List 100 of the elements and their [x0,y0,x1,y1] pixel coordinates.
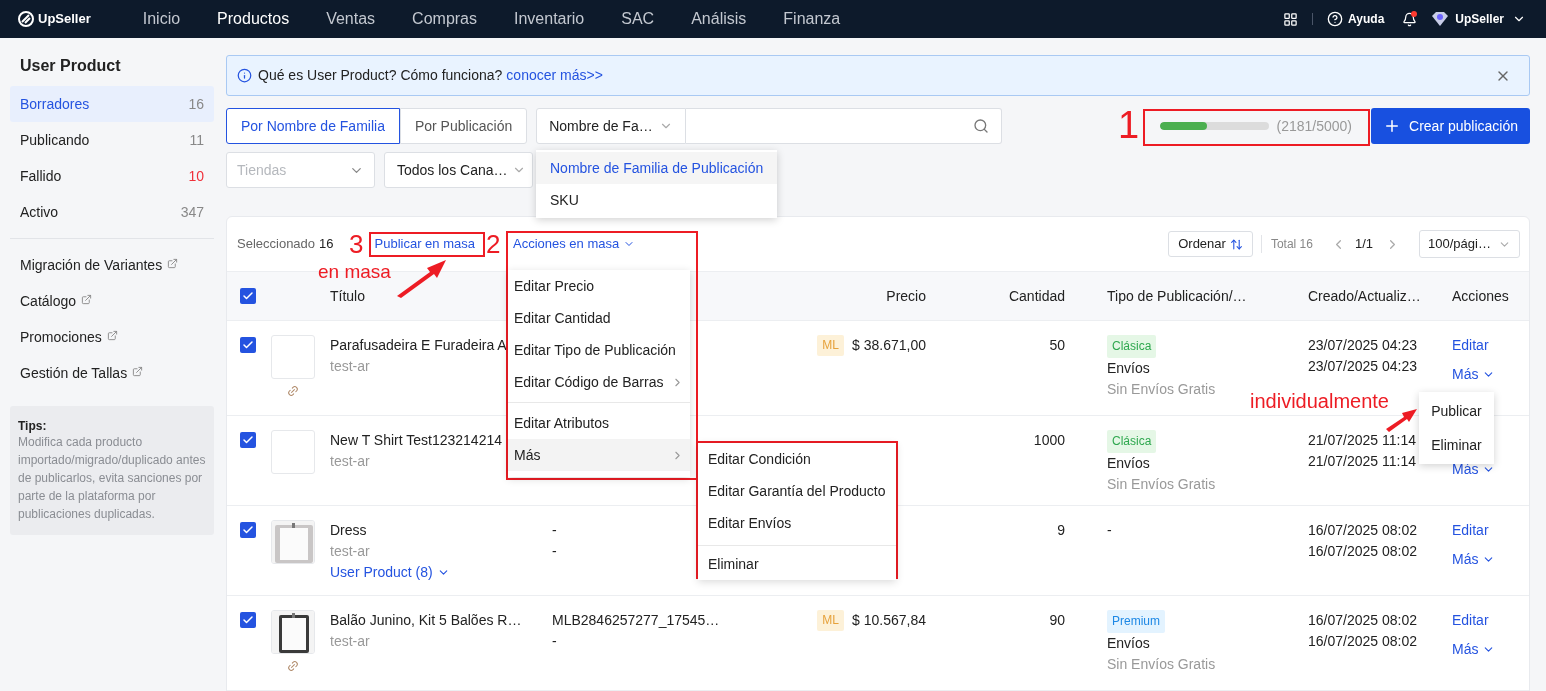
page-indicator: 1/1 [1354,235,1373,254]
more-dropdown[interactable]: Más [1452,639,1496,660]
created-date: 23/07/2025 04:23 [1308,336,1417,355]
product-title: New T Shirt Test123214214 [330,431,502,450]
more-dropdown[interactable]: Más [1452,364,1496,385]
quantity-text: 90 [1049,612,1065,628]
mode-tab[interactable]: Por Publicación [399,108,528,144]
menu-item[interactable]: Publicar [1419,394,1494,428]
store-name: test-ar [330,632,370,651]
nav-tab[interactable]: Inicio [142,7,181,31]
listing-type-tag: Clásica [1107,430,1157,453]
check-icon [242,614,254,626]
item-count: 16 [188,94,204,114]
account-name[interactable]: UpSeller [1455,10,1504,28]
nav-tab[interactable]: Ventas [326,7,376,31]
bulk-actions-dropdown[interactable]: Acciones en masa [513,234,636,254]
menu-item[interactable]: Editar Envíos [698,507,896,539]
column-header: Tipo de Publicación/… [1107,287,1247,304]
sidebar-link[interactable]: Gestión de Tallas [20,362,128,384]
nav-tab[interactable]: Productos [217,7,290,31]
sidebar-item[interactable]: Activo 347 [10,194,214,230]
free-shipping-text: Sin Envíos Gratis [1107,475,1216,494]
free-shipping-text: Sin Envíos Gratis [1107,655,1216,674]
listing-type-tag: Premium [1107,610,1165,633]
step-number: 1 [1118,104,1140,146]
nav-tab[interactable]: Finanza [783,7,841,31]
external-link-icon [167,257,179,269]
item-count: 10 [188,166,204,186]
apps-icon[interactable] [1283,11,1299,27]
menu-item[interactable]: Nombre de Familia de Publicación [536,152,777,184]
nav-tab[interactable]: Compras [412,7,477,31]
more-dropdown[interactable]: Más [1452,549,1496,570]
created-date: 16/07/2025 08:02 [1308,521,1417,540]
help-link[interactable]: Ayuda [1348,10,1385,28]
created-date: 16/07/2025 08:02 [1308,611,1417,630]
sidebar-item[interactable]: Borradores 16 [10,86,214,122]
selected-count: 16 [319,235,334,254]
nav-tab[interactable]: Análisis [691,7,747,31]
checkbox[interactable] [240,612,256,628]
shipping-text: Envíos [1107,454,1150,473]
menu-item[interactable]: Eliminar [698,548,896,580]
mode-tab[interactable]: Por Nombre de Familia [226,108,400,144]
nav-tab[interactable]: SAC [621,7,655,31]
sku-text: - [552,632,557,651]
column-header: Creado/Actualiz… [1308,287,1421,304]
help-icon[interactable] [1327,11,1344,27]
page-size-select[interactable]: 100/pági… [1419,230,1520,258]
callout-arrow [1384,408,1418,432]
menu-item[interactable]: Más [508,439,690,471]
menu-item[interactable]: Editar Tipo de Publicación [508,334,690,366]
variants-toggle[interactable]: User Product (8) [330,562,450,583]
menu-item[interactable]: Editar Cantidad [508,302,690,334]
sidebar-link[interactable]: Catálogo [20,290,77,312]
checkbox[interactable] [240,337,256,353]
menu-item[interactable]: SKU [536,184,777,216]
sku-text: - [552,542,557,561]
checkbox[interactable] [240,522,256,538]
price-text: $ 10.567,84 [852,611,926,630]
nav-tab[interactable]: Inventario [514,7,585,31]
edit-link[interactable]: Editar [1452,335,1489,356]
channel-tag: ML [817,610,845,631]
channel-select[interactable]: Todos los Cana… [384,152,533,188]
search-icon[interactable] [973,118,990,134]
search-field[interactable] [686,108,1003,144]
menu-item[interactable]: Editar Código de Barras [508,366,690,398]
shipping-text: Envíos [1107,359,1150,378]
updated-date: 23/07/2025 04:23 [1308,357,1417,376]
banner-text: Qué es User Product? Cómo funciona? [258,66,503,85]
checkbox[interactable] [240,432,256,448]
external-link-icon [81,293,93,305]
quantity-text: 1000 [1033,432,1065,448]
sidebar-link[interactable]: Promociones [20,326,102,348]
notification-icon[interactable] [1402,11,1418,27]
sidebar-item[interactable]: Fallido 10 [10,158,214,194]
more-dropdown[interactable]: Más [1452,459,1496,480]
sku-text: MLB2846257277_17545… [552,611,720,630]
menu-item[interactable]: Editar Condición [698,443,896,475]
product-title: Parafusadeira E Furadeira A [330,336,507,355]
menu-item[interactable]: Eliminar [1419,428,1494,462]
bulk-publish-link[interactable]: Publicar en masa [374,234,475,254]
updated-date: 16/07/2025 08:02 [1308,632,1417,651]
edit-link[interactable]: Editar [1452,610,1489,631]
create-listing-button[interactable]: Crear publicación [1371,108,1530,144]
step-number: 2 [486,231,501,257]
sort-button[interactable]: Ordenar [1168,231,1253,257]
edit-link[interactable]: Editar [1452,520,1489,541]
step-number: 3 [349,231,364,257]
menu-item[interactable]: Editar Atributos [508,407,690,439]
store-name: test-ar [330,542,370,561]
search-type-select[interactable]: Nombre de Fa… [536,108,687,144]
checkbox[interactable] [240,288,256,304]
menu-item[interactable]: Editar Precio [508,270,690,302]
sidebar-item[interactable]: Publicando 11 [10,122,214,158]
info-icon [237,68,252,83]
avatar-icon[interactable] [1431,11,1450,27]
learn-more-link[interactable]: conocer más>> [506,65,603,86]
created-date: 21/07/2025 11:14 [1308,431,1416,450]
menu-item[interactable]: Editar Garantía del Producto [698,475,896,507]
store-name: test-ar [330,357,370,376]
sidebar-link[interactable]: Migración de Variantes [20,254,163,276]
